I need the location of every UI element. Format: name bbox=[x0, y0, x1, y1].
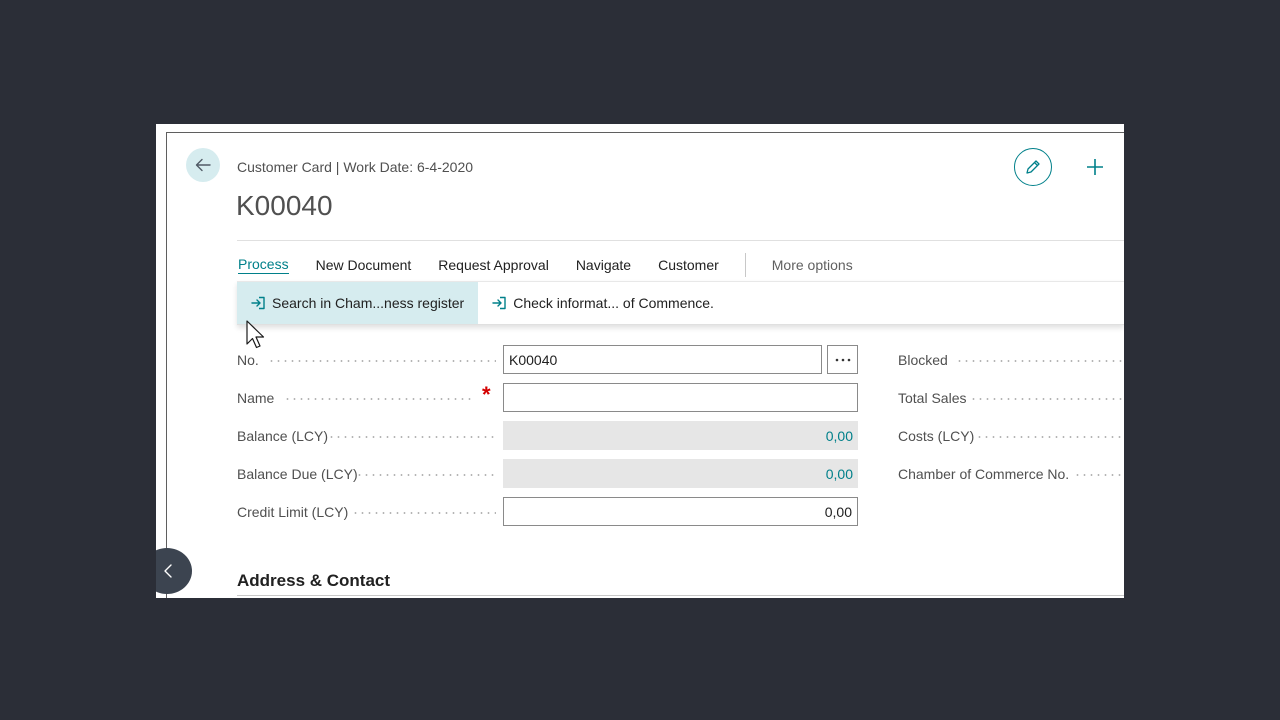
new-button[interactable] bbox=[1082, 154, 1108, 180]
search-chamber-register-action[interactable]: Search in Cham...ness register bbox=[237, 282, 479, 324]
no-label: No. bbox=[237, 352, 259, 368]
no-lookup-button[interactable] bbox=[827, 345, 858, 374]
tab-navigate[interactable]: Navigate bbox=[576, 257, 631, 273]
action-arrow-icon bbox=[251, 296, 266, 310]
section-divider bbox=[237, 595, 1124, 596]
credit-limit-label: Credit Limit (LCY) bbox=[237, 504, 349, 520]
action-bar-separator bbox=[744, 253, 746, 277]
check-commerce-info-action[interactable]: Check informat... of Commence. bbox=[478, 282, 728, 324]
process-actions-menu: Search in Cham...ness register Check inf… bbox=[237, 281, 1124, 325]
tab-process[interactable]: Process bbox=[238, 256, 289, 274]
header-divider bbox=[237, 240, 1124, 241]
page-caption: Customer Card | Work Date: 6-4-2020 bbox=[237, 159, 474, 175]
balance-label: Balance (LCY) bbox=[237, 428, 329, 444]
mouse-cursor-icon bbox=[246, 320, 265, 349]
balance-due-value[interactable]: 0,00 bbox=[503, 459, 858, 488]
blocked-label: Blocked bbox=[898, 352, 948, 368]
blocked-leader-dots bbox=[956, 360, 1124, 362]
customer-card-window: Customer Card | Work Date: 6-4-2020 K000… bbox=[156, 124, 1124, 598]
name-leader-dots bbox=[284, 398, 474, 400]
page-title: K00040 bbox=[236, 190, 333, 221]
name-field[interactable] bbox=[503, 383, 858, 412]
tab-request-approval[interactable]: Request Approval bbox=[438, 257, 549, 273]
more-options-button[interactable]: More options bbox=[772, 257, 853, 273]
balance-leader-dots bbox=[328, 436, 496, 438]
tab-new-document[interactable]: New Document bbox=[316, 257, 412, 273]
total-sales-label: Total Sales bbox=[898, 390, 967, 406]
balance-due-label: Balance Due (LCY) bbox=[237, 466, 358, 482]
costs-label: Costs (LCY) bbox=[898, 428, 975, 444]
chevron-left-icon bbox=[164, 564, 172, 578]
collapse-button[interactable] bbox=[156, 548, 192, 594]
address-contact-section-title[interactable]: Address & Contact bbox=[237, 571, 390, 591]
no-field[interactable]: K00040 bbox=[503, 345, 822, 374]
frame-border-top bbox=[166, 132, 1124, 133]
back-button[interactable] bbox=[186, 148, 220, 182]
costs-leader-dots bbox=[976, 436, 1124, 438]
edit-button[interactable] bbox=[1014, 148, 1052, 186]
balance-due-leader-dots bbox=[356, 474, 496, 476]
pencil-icon bbox=[1026, 160, 1040, 174]
tab-customer[interactable]: Customer bbox=[658, 257, 719, 273]
credit-limit-leader-dots bbox=[352, 512, 496, 514]
action-bar: Process New Document Request Approval Na… bbox=[237, 253, 853, 277]
search-chamber-register-label: Search in Cham...ness register bbox=[272, 295, 465, 311]
balance-value[interactable]: 0,00 bbox=[503, 421, 858, 450]
credit-limit-field[interactable]: 0,00 bbox=[503, 497, 858, 526]
arrow-left-icon bbox=[195, 158, 211, 172]
ellipsis-icon bbox=[835, 358, 850, 361]
action-arrow-icon bbox=[492, 296, 507, 310]
chamber-of-commerce-no-label: Chamber of Commerce No. bbox=[898, 466, 1070, 482]
total-sales-leader-dots bbox=[970, 398, 1124, 400]
chamber-leader-dots bbox=[1074, 474, 1124, 476]
no-leader-dots bbox=[268, 360, 496, 362]
required-icon: * bbox=[482, 382, 491, 407]
plus-icon bbox=[1087, 159, 1103, 175]
frame-border-left bbox=[166, 132, 167, 598]
check-commerce-info-label: Check informat... of Commence. bbox=[513, 295, 714, 311]
name-label: Name bbox=[237, 390, 275, 406]
